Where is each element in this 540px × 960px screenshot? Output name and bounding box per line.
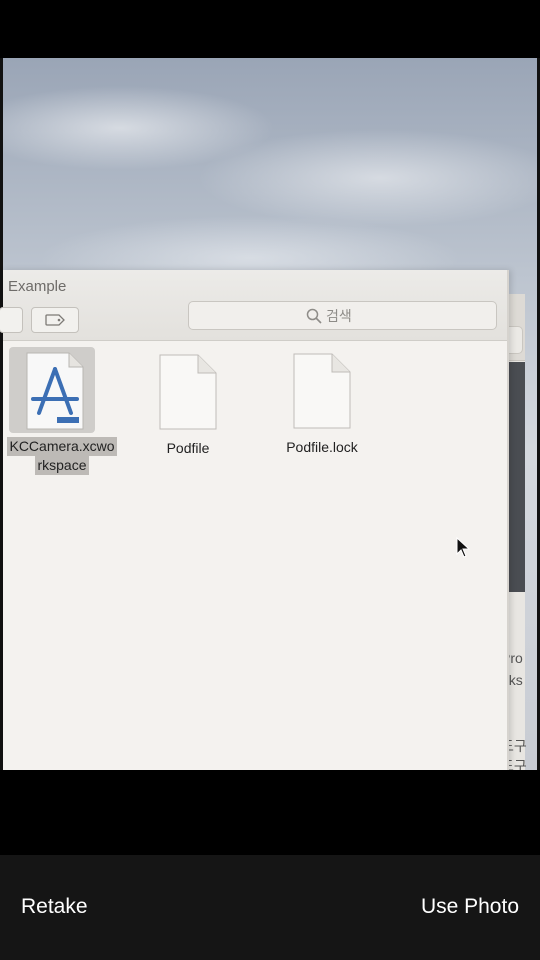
captured-photo: Pro ..ks 도구 도구 Example 검색 KCCamera.xcwo … <box>0 58 540 770</box>
use-photo-button[interactable]: Use Photo <box>421 895 519 919</box>
file-item-podfile[interactable]: Podfile <box>138 353 238 458</box>
mouse-pointer-icon <box>456 537 471 558</box>
camera-controls-bar: Retake Use Photo <box>0 855 540 960</box>
file-name-label: Podfile.lock <box>286 439 358 455</box>
retake-button[interactable]: Retake <box>21 895 88 919</box>
search-placeholder: 검색 <box>326 308 352 324</box>
search-icon <box>306 308 322 324</box>
finder-toolbar: Example 검색 <box>0 270 507 341</box>
file-name-label-line2: rkspace <box>35 456 89 475</box>
finder-window: Example 검색 KCCamera.xcwo rkspace Podfile… <box>0 270 509 770</box>
file-name-label: KCCamera.xcwo <box>7 437 117 456</box>
window-title: Example <box>8 278 67 295</box>
tags-button[interactable] <box>31 307 79 333</box>
file-item-podfile-lock[interactable]: Podfile.lock <box>272 352 372 457</box>
search-input[interactable]: 검색 <box>188 301 497 330</box>
document-icon <box>159 354 217 430</box>
file-icon-container <box>292 352 352 430</box>
back-forward-button[interactable] <box>0 307 23 333</box>
file-browser-content: KCCamera.xcwo rkspace Podfile Podfile.lo… <box>3 341 507 770</box>
file-icon-container <box>9 347 95 433</box>
xcode-workspace-icon <box>26 352 84 430</box>
file-icon-container <box>158 353 218 431</box>
document-icon <box>293 353 351 429</box>
file-item-workspace[interactable]: KCCamera.xcwo rkspace <box>3 347 121 475</box>
file-name-label: Podfile <box>166 440 210 456</box>
tag-icon <box>45 314 65 326</box>
